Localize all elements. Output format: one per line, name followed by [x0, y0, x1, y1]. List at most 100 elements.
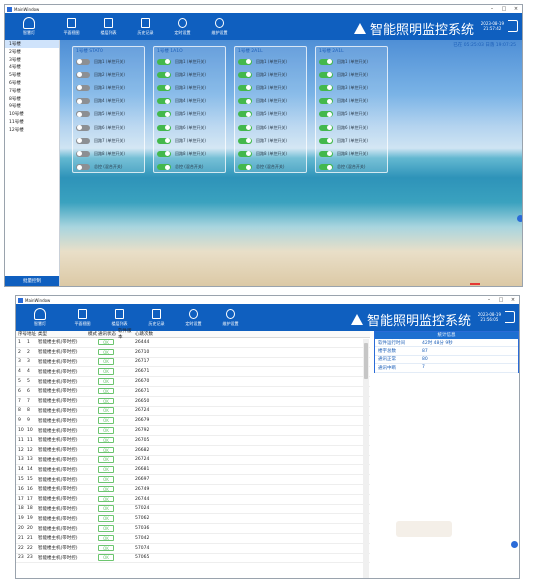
close-icon[interactable]: × [507, 297, 519, 303]
stats-key: 通讯正常 [378, 357, 396, 363]
table-row[interactable]: 3 3 智能楼主机(带时控) OK 26717 [16, 358, 370, 368]
table-row[interactable]: 21 21 智能楼主机(带时控) OK 57042 [16, 534, 370, 544]
toggle-switch[interactable] [76, 98, 90, 105]
sidebar-item-floor[interactable]: 6号楼 [5, 79, 59, 87]
toggle-switch[interactable] [157, 164, 171, 171]
toggle-switch[interactable] [76, 84, 90, 91]
toggle-switch[interactable] [157, 58, 171, 65]
close-icon[interactable]: × [510, 6, 522, 12]
toggle-switch[interactable] [319, 164, 333, 171]
gear-icon [226, 308, 235, 319]
toggle-switch[interactable] [238, 111, 252, 118]
table-row[interactable]: 6 6 智能楼主机(带时控) OK 26671 [16, 387, 370, 397]
minimize-icon[interactable]: – [483, 297, 495, 303]
maximize-icon[interactable]: □ [498, 6, 510, 12]
toggle-switch[interactable] [319, 98, 333, 105]
toggle-switch[interactable] [238, 98, 252, 105]
nav-floor-list[interactable]: 楼层列表 [101, 304, 138, 331]
toggle-switch[interactable] [319, 71, 333, 78]
toggle-switch[interactable] [76, 71, 90, 78]
maximize-icon[interactable]: □ [495, 297, 507, 303]
toggle-switch[interactable] [76, 124, 90, 131]
toggle-switch[interactable] [76, 111, 90, 118]
toggle-switch[interactable] [319, 124, 333, 131]
toggle-switch[interactable] [157, 137, 171, 144]
toggle-switch[interactable] [76, 164, 90, 171]
toggle-switch[interactable] [76, 58, 90, 65]
sidebar-item-floor[interactable]: 8号楼 [5, 95, 59, 103]
table-row[interactable]: 12 12 智能楼主机(带时控) OK 26682 [16, 446, 370, 456]
table-row[interactable]: 9 9 智能楼主机(带时控) OK 26679 [16, 416, 370, 427]
minimize-icon[interactable]: – [486, 6, 498, 12]
toggle-switch[interactable] [238, 84, 252, 91]
toggle-switch[interactable] [319, 58, 333, 65]
table-row[interactable]: 16 16 智能楼主机(带时控) OK 26749 [16, 485, 370, 495]
toggle-switch[interactable] [157, 124, 171, 131]
sidebar-item-floor[interactable]: 9号楼 [5, 102, 59, 110]
table-row[interactable]: 10 10 智能楼主机(带时控) OK 26792 [16, 426, 370, 436]
table-row[interactable]: 14 14 智能楼主机(带时控) OK 26681 [16, 465, 370, 476]
table-row[interactable]: 20 20 智能楼主机(带时控) OK 57036 [16, 524, 370, 534]
floating-assist-icon[interactable] [511, 541, 518, 548]
table-row[interactable]: 4 4 智能楼主机(带时控) OK 26671 [16, 367, 370, 378]
toggle-switch[interactable] [319, 111, 333, 118]
toggle-switch[interactable] [157, 111, 171, 118]
nav-plan-view[interactable]: 平面视图 [53, 13, 90, 40]
nav-maintenance[interactable]: 维护设置 [201, 13, 238, 40]
toggle-switch[interactable] [319, 150, 333, 157]
table-cell: 10 [18, 428, 24, 434]
table-row[interactable]: 7 7 智能楼主机(带时控) OK 26650 [16, 397, 370, 407]
table-row[interactable]: 8 8 智能楼主机(带时控) OK 26724 [16, 407, 370, 417]
sidebar-item-floor[interactable]: 7号楼 [5, 87, 59, 95]
nav-history[interactable]: 历史记录 [127, 13, 164, 40]
batch-control-button[interactable]: 批量控制 [5, 276, 59, 286]
toggle-switch[interactable] [157, 71, 171, 78]
toggle-switch[interactable] [76, 137, 90, 144]
switch-label: 回路2 (单控开关) [94, 71, 125, 77]
table-row[interactable]: 17 17 智能楼主机(带时控) OK 26744 [16, 495, 370, 505]
toggle-switch[interactable] [238, 150, 252, 157]
nav-maintenance[interactable]: 维护设置 [212, 304, 249, 331]
nav-floor-list[interactable]: 楼层列表 [90, 13, 127, 40]
logout-icon[interactable] [508, 20, 518, 32]
nav-timer-settings[interactable]: 定时设置 [175, 304, 212, 331]
table-row[interactable]: 23 23 智能楼主机(带时控) OK 57065 [16, 554, 370, 564]
scrollbar-thumb[interactable] [364, 343, 368, 379]
table-row[interactable]: 22 22 智能楼主机(带时控) OK 57074 [16, 544, 370, 554]
toggle-switch[interactable] [157, 98, 171, 105]
sidebar-item-floor[interactable]: 4号楼 [5, 63, 59, 71]
sidebar-item-floor[interactable]: 5号楼 [5, 71, 59, 79]
table-row[interactable]: 15 15 智能楼主机(带时控) OK 26697 [16, 475, 370, 485]
sidebar-item-floor[interactable]: 3号楼 [5, 56, 59, 64]
toggle-switch[interactable] [319, 137, 333, 144]
toggle-switch[interactable] [238, 71, 252, 78]
floating-assist-icon[interactable] [517, 215, 522, 222]
nav-plan-view[interactable]: 平面视图 [64, 304, 101, 331]
table-row[interactable]: 18 18 智能楼主机(带时控) OK 57024 [16, 505, 370, 515]
logout-icon[interactable] [505, 311, 515, 323]
toggle-switch[interactable] [238, 124, 252, 131]
toggle-switch[interactable] [238, 137, 252, 144]
nav-history[interactable]: 历史记录 [138, 304, 175, 331]
sidebar-item-floor[interactable]: 11号楼 [5, 118, 59, 126]
table-row[interactable]: 19 19 智能楼主机(带时控) OK 57062 [16, 514, 370, 525]
table-row[interactable]: 5 5 智能楼主机(带时控) OK 26670 [16, 377, 370, 387]
sidebar-item-floor[interactable]: 12号楼 [5, 126, 59, 134]
toggle-switch[interactable] [319, 84, 333, 91]
sidebar-item-floor[interactable]: 10号楼 [5, 110, 59, 118]
toggle-switch[interactable] [157, 150, 171, 157]
sidebar-item-floor[interactable]: 1号楼 [5, 40, 59, 48]
table-row[interactable]: 13 13 智能楼主机(带时控) OK 26724 [16, 456, 370, 466]
table-cell: OK [98, 417, 118, 424]
toggle-switch[interactable] [238, 58, 252, 65]
sidebar-item-floor[interactable]: 2号楼 [5, 48, 59, 56]
nav-timer-settings[interactable]: 定时设置 [164, 13, 201, 40]
table-row[interactable]: 11 11 智能楼主机(带时控) OK 26705 [16, 436, 370, 446]
table-row[interactable]: 1 1 智能楼主机(带时控) OK 26444 [16, 338, 370, 348]
table-scrollbar[interactable] [363, 339, 369, 578]
table-row[interactable]: 2 2 智能楼主机(带时控) OK 26710 [16, 348, 370, 358]
toggle-switch[interactable] [157, 84, 171, 91]
toggle-switch[interactable] [76, 150, 90, 157]
top-navbar: 智慧灯 平面视图 楼层列表 历史记录 定时设置 维护设置 智能照明监控系统 20… [5, 13, 522, 40]
toggle-switch[interactable] [238, 164, 252, 171]
